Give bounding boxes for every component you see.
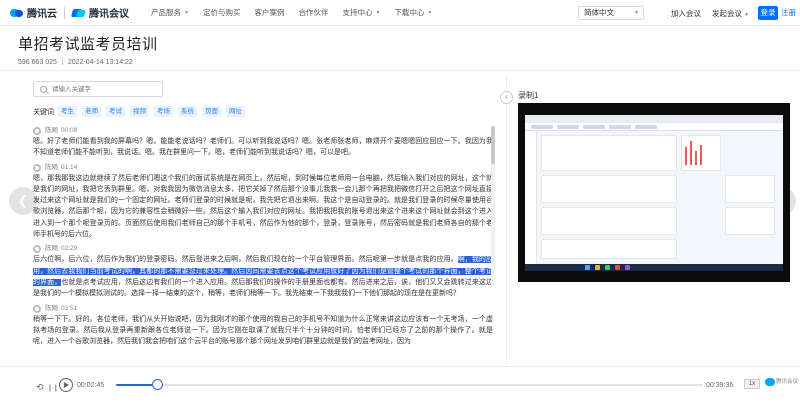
speaker-line: 陈飏 01:14 [45, 163, 493, 173]
text-span: 也就是点考试应用，然后这边有我们的一个进入应用。然后那我们的操作的手册里面也都有… [33, 278, 493, 298]
panel-divider [506, 76, 507, 366]
nav-item[interactable]: 客户案例 [254, 7, 284, 18]
speaker-name: 陈飏 [45, 163, 58, 171]
playback-speed-button[interactable]: 1x [744, 379, 760, 389]
transcript-segment[interactable]: 陈飏 03:51 稍等一下下。好的。各位老师，我们从头开始说吧，因为我刚才的那个使用… [33, 304, 493, 348]
meeting-watermark: 腾讯会议 [765, 377, 798, 386]
main-menu: 产品服务 ▼ 定价与购买 客户案例 合作伙伴 支持中心 ▼ 下载中心 ▼ [151, 7, 446, 18]
header-divider [0, 70, 800, 71]
transcript-scrollbar[interactable] [491, 126, 495, 286]
segment-text: 稍等一下下。好的。各位老师，我们从头开始说吧，因为我刚才的那个使用的我自己的手机… [33, 314, 493, 348]
tencent-cloud-logo[interactable]: 腾讯云 [10, 5, 57, 20]
search-box[interactable] [33, 81, 163, 97]
segment-time[interactable]: 00:08 [61, 127, 77, 134]
transcript-segment[interactable]: 陈飏 00:08 嗯。好了老师们能看到我的屏幕吗？嗯。能能老说话吗？老师们。可以听到… [33, 126, 493, 159]
speaker-line: 陈飏 02:29 [45, 244, 493, 254]
speaker-name: 陈飏 [45, 127, 58, 134]
speaker-name: 陈飏 [45, 304, 58, 312]
tencent-meeting-icon [765, 377, 775, 386]
speaker-line: 陈飏 03:51 [45, 304, 493, 314]
segment-text: 嗯。好了老师们能看到我的屏幕吗？嗯。能能老说话吗？老师们。可以听到我说话吗？嗯。… [33, 136, 493, 159]
keyword-row: 关键词 考生 老师 考试 视频 考场 系统 页面 网址 [33, 106, 250, 117]
speaker-name: 陈飏 [45, 245, 58, 253]
chevron-left-icon: ‹ [505, 92, 508, 101]
keyword-tag[interactable]: 页面 [202, 106, 221, 117]
text-span: 嗯。好了老师们能看到我的屏幕吗？嗯。能能老说话吗？老师们。可以听到我说话吗？嗯。… [33, 138, 493, 157]
page-title: 单招考试监考员培训 [18, 36, 158, 53]
play-button[interactable] [59, 378, 73, 392]
progress-track[interactable] [116, 384, 703, 386]
search-icon [40, 86, 47, 93]
speaker-line: 陈飏 00:08 [45, 126, 493, 136]
text-span: 稍等一下下。好的。各位老师，我们从头开始说吧，因为我刚才的那个使用的我自己的手机… [33, 315, 493, 346]
nav-item[interactable]: 合作伙伴 [298, 7, 328, 18]
chevron-down-icon: ▼ [184, 9, 189, 16]
chevron-down-icon: ▼ [744, 12, 749, 18]
recording-title: 录制1 [518, 91, 539, 100]
keyword-tag[interactable]: 考场 [154, 106, 173, 117]
segment-time[interactable]: 03:51 [61, 305, 77, 312]
text-span: 嗯，那我那我这边就继续了然后老师们嗯这个我们的面试系统是在网页上。然后呢，到时候… [33, 174, 493, 239]
keyword-tag[interactable]: 考生 [58, 106, 77, 117]
segment-text: 嗯，那我那我这边就继续了然后老师们嗯这个我们的面试系统是在网页上。然后呢，到时候… [33, 173, 493, 241]
host-meeting-link[interactable]: 发起会议 ▼ [712, 8, 749, 19]
transcript-segment[interactable]: 陈飏 01:14 嗯，那我那我这边就继续了然后老师们嗯这个我们的面试系统是在网页上。… [33, 163, 493, 241]
logo-divider [64, 6, 65, 19]
avatar-icon [33, 163, 41, 172]
register-link[interactable]: 注册 [781, 6, 800, 20]
segment-text: 后六位啊，后六位，然后作为我们的登录密码。然后登进来之后啊，然后我们现在的一个平… [33, 254, 493, 299]
nav-item[interactable]: 支持中心 ▼ [342, 7, 380, 18]
avatar-icon [33, 245, 41, 254]
search-input[interactable] [52, 83, 160, 95]
nav-item[interactable]: 下载中心 ▼ [394, 7, 432, 18]
tencent-meeting-logo[interactable]: 腾讯会议 [72, 5, 129, 20]
login-button[interactable]: 登录 [758, 6, 778, 20]
current-time: 00:02:45 [77, 382, 105, 389]
video-player[interactable] [518, 103, 790, 282]
keywords-label: 关键词 [33, 108, 54, 116]
keyword-tag[interactable]: 视频 [130, 106, 149, 117]
progress-knob[interactable] [152, 379, 164, 390]
language-select[interactable]: 简体中文 ▼ [578, 6, 644, 20]
avatar-icon [33, 304, 41, 313]
rewind-icon[interactable]: ⟲ [36, 382, 44, 393]
nav-item[interactable]: 产品服务 ▼ [151, 7, 189, 18]
nav-item[interactable]: 定价与购买 [203, 7, 241, 18]
tencent-meeting-icon [72, 8, 86, 18]
keyword-tag[interactable]: 系统 [178, 106, 197, 117]
chevron-down-icon: ▼ [634, 10, 639, 16]
keyword-tag[interactable]: 网址 [226, 106, 245, 117]
shared-screen [525, 115, 783, 271]
progress-fill [116, 384, 158, 386]
collapse-panel-button[interactable]: ‹ [500, 91, 513, 104]
join-meeting-link[interactable]: 加入会议 [671, 8, 701, 19]
tencent-cloud-icon [10, 8, 24, 18]
total-time: 00:39:36 [706, 382, 734, 389]
scrollbar-thumb[interactable] [491, 126, 495, 164]
meeting-meta: 596 663 025 ｜ 2022-04-14 13:14:22 [18, 59, 133, 66]
segment-time[interactable]: 01:14 [61, 164, 77, 171]
keyword-tag[interactable]: 考试 [106, 106, 125, 117]
text-span: 后六位啊，后六位，然后作为我们的登录密码。然后登进来之后啊，然后我们现在的一个平… [33, 256, 458, 264]
transcript-segment[interactable]: 陈飏 02:29 后六位啊，后六位，然后作为我们的登录密码。然后登进来之后啊，然后我… [33, 244, 493, 299]
keyword-tag[interactable]: 老师 [82, 106, 101, 117]
avatar-icon [33, 127, 41, 135]
top-nav: 腾讯云 腾讯会议 产品服务 ▼ 定价与购买 客户案例 合作伙伴 支持中心 ▼ 下载中心 ▼ 简体… [0, 0, 800, 26]
transcript-panel: 关键词 考生老师考试视频考场系统页面网址 陈飏00:08嗯。好了老师们能看到我的… [27, 76, 500, 366]
playback-bar: ⟲ ❙❙ 00:02:45 00:39:36 1x 腾讯会议 [0, 366, 800, 408]
chevron-down-icon: ▼ [427, 9, 433, 16]
transcript-list[interactable]: 陈飏 00:08 嗯。好了老师们能看到我的屏幕吗？嗯。能能老说话吗？老师们。可以听到… [33, 126, 493, 366]
segment-time[interactable]: 02:29 [61, 245, 77, 252]
chevron-down-icon: ▼ [375, 9, 381, 16]
pause-icon[interactable]: ❙❙ [47, 384, 59, 392]
